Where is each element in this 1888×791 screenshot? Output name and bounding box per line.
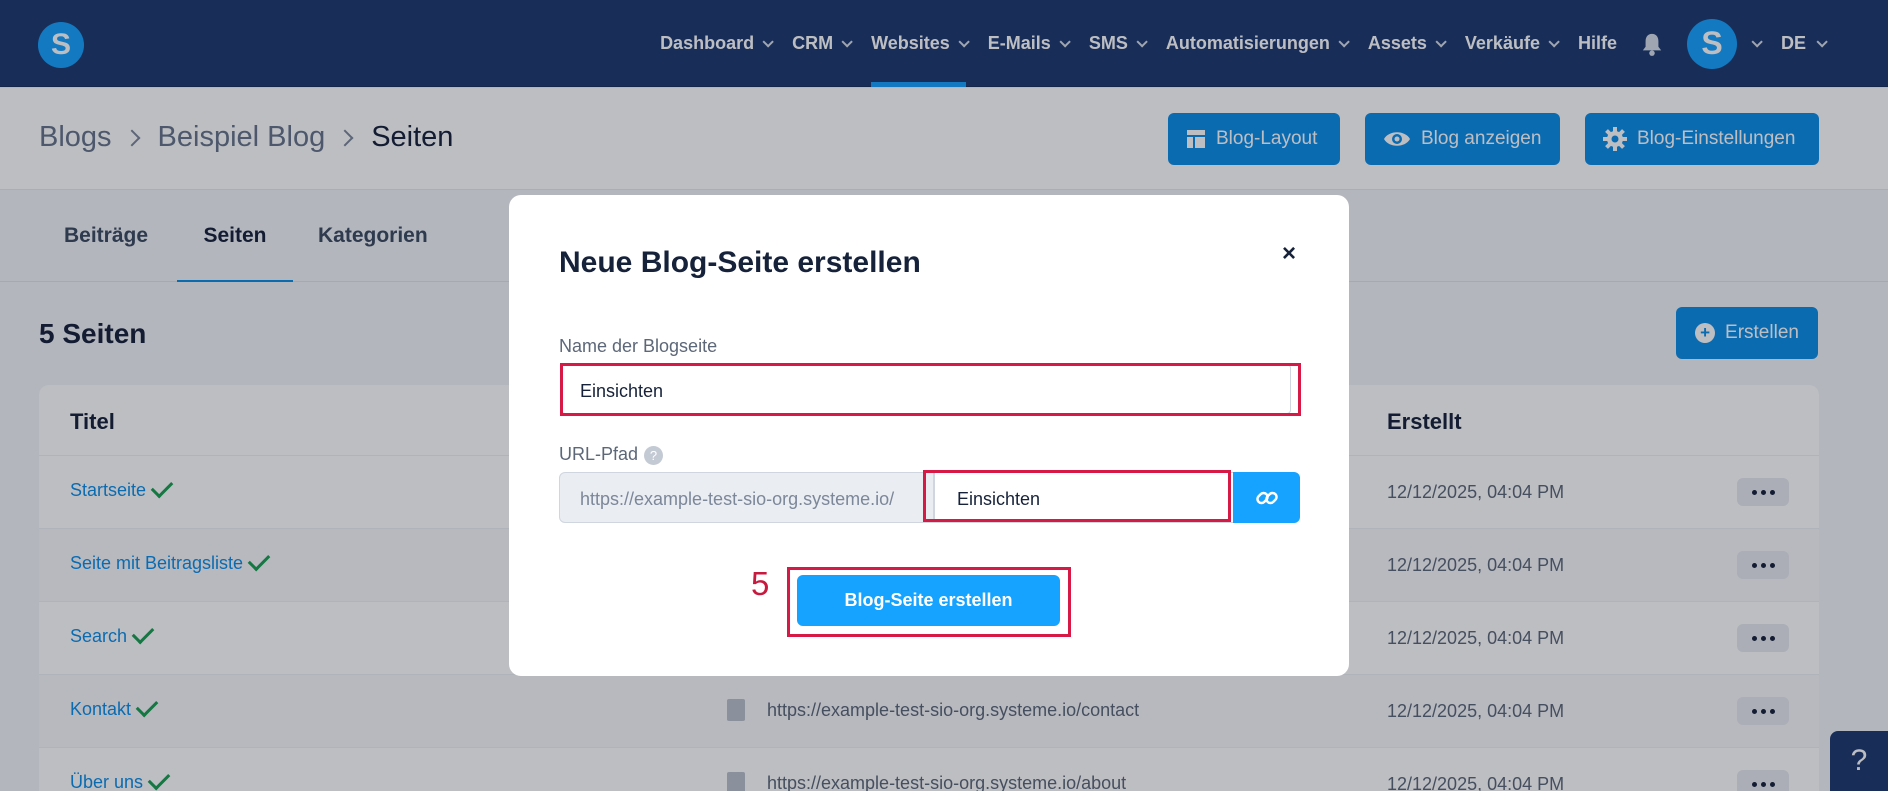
question-icon[interactable]: ? bbox=[644, 445, 664, 465]
close-icon[interactable]: × bbox=[1274, 239, 1304, 269]
highlight-submit-button bbox=[787, 567, 1071, 637]
link-button[interactable] bbox=[1233, 472, 1300, 523]
highlight-url-input bbox=[923, 470, 1231, 522]
highlight-name-input bbox=[560, 363, 1301, 416]
name-label: Name der Blogseite bbox=[559, 336, 718, 356]
link-icon bbox=[1255, 491, 1278, 504]
url-prefix: https://example-test-sio-org.systeme.io/ bbox=[559, 472, 934, 523]
modal-title: Neue Blog-Seite erstellen bbox=[559, 246, 921, 279]
url-path-label: URL-Pfad? bbox=[559, 444, 664, 465]
step-number: 5 bbox=[751, 565, 770, 602]
